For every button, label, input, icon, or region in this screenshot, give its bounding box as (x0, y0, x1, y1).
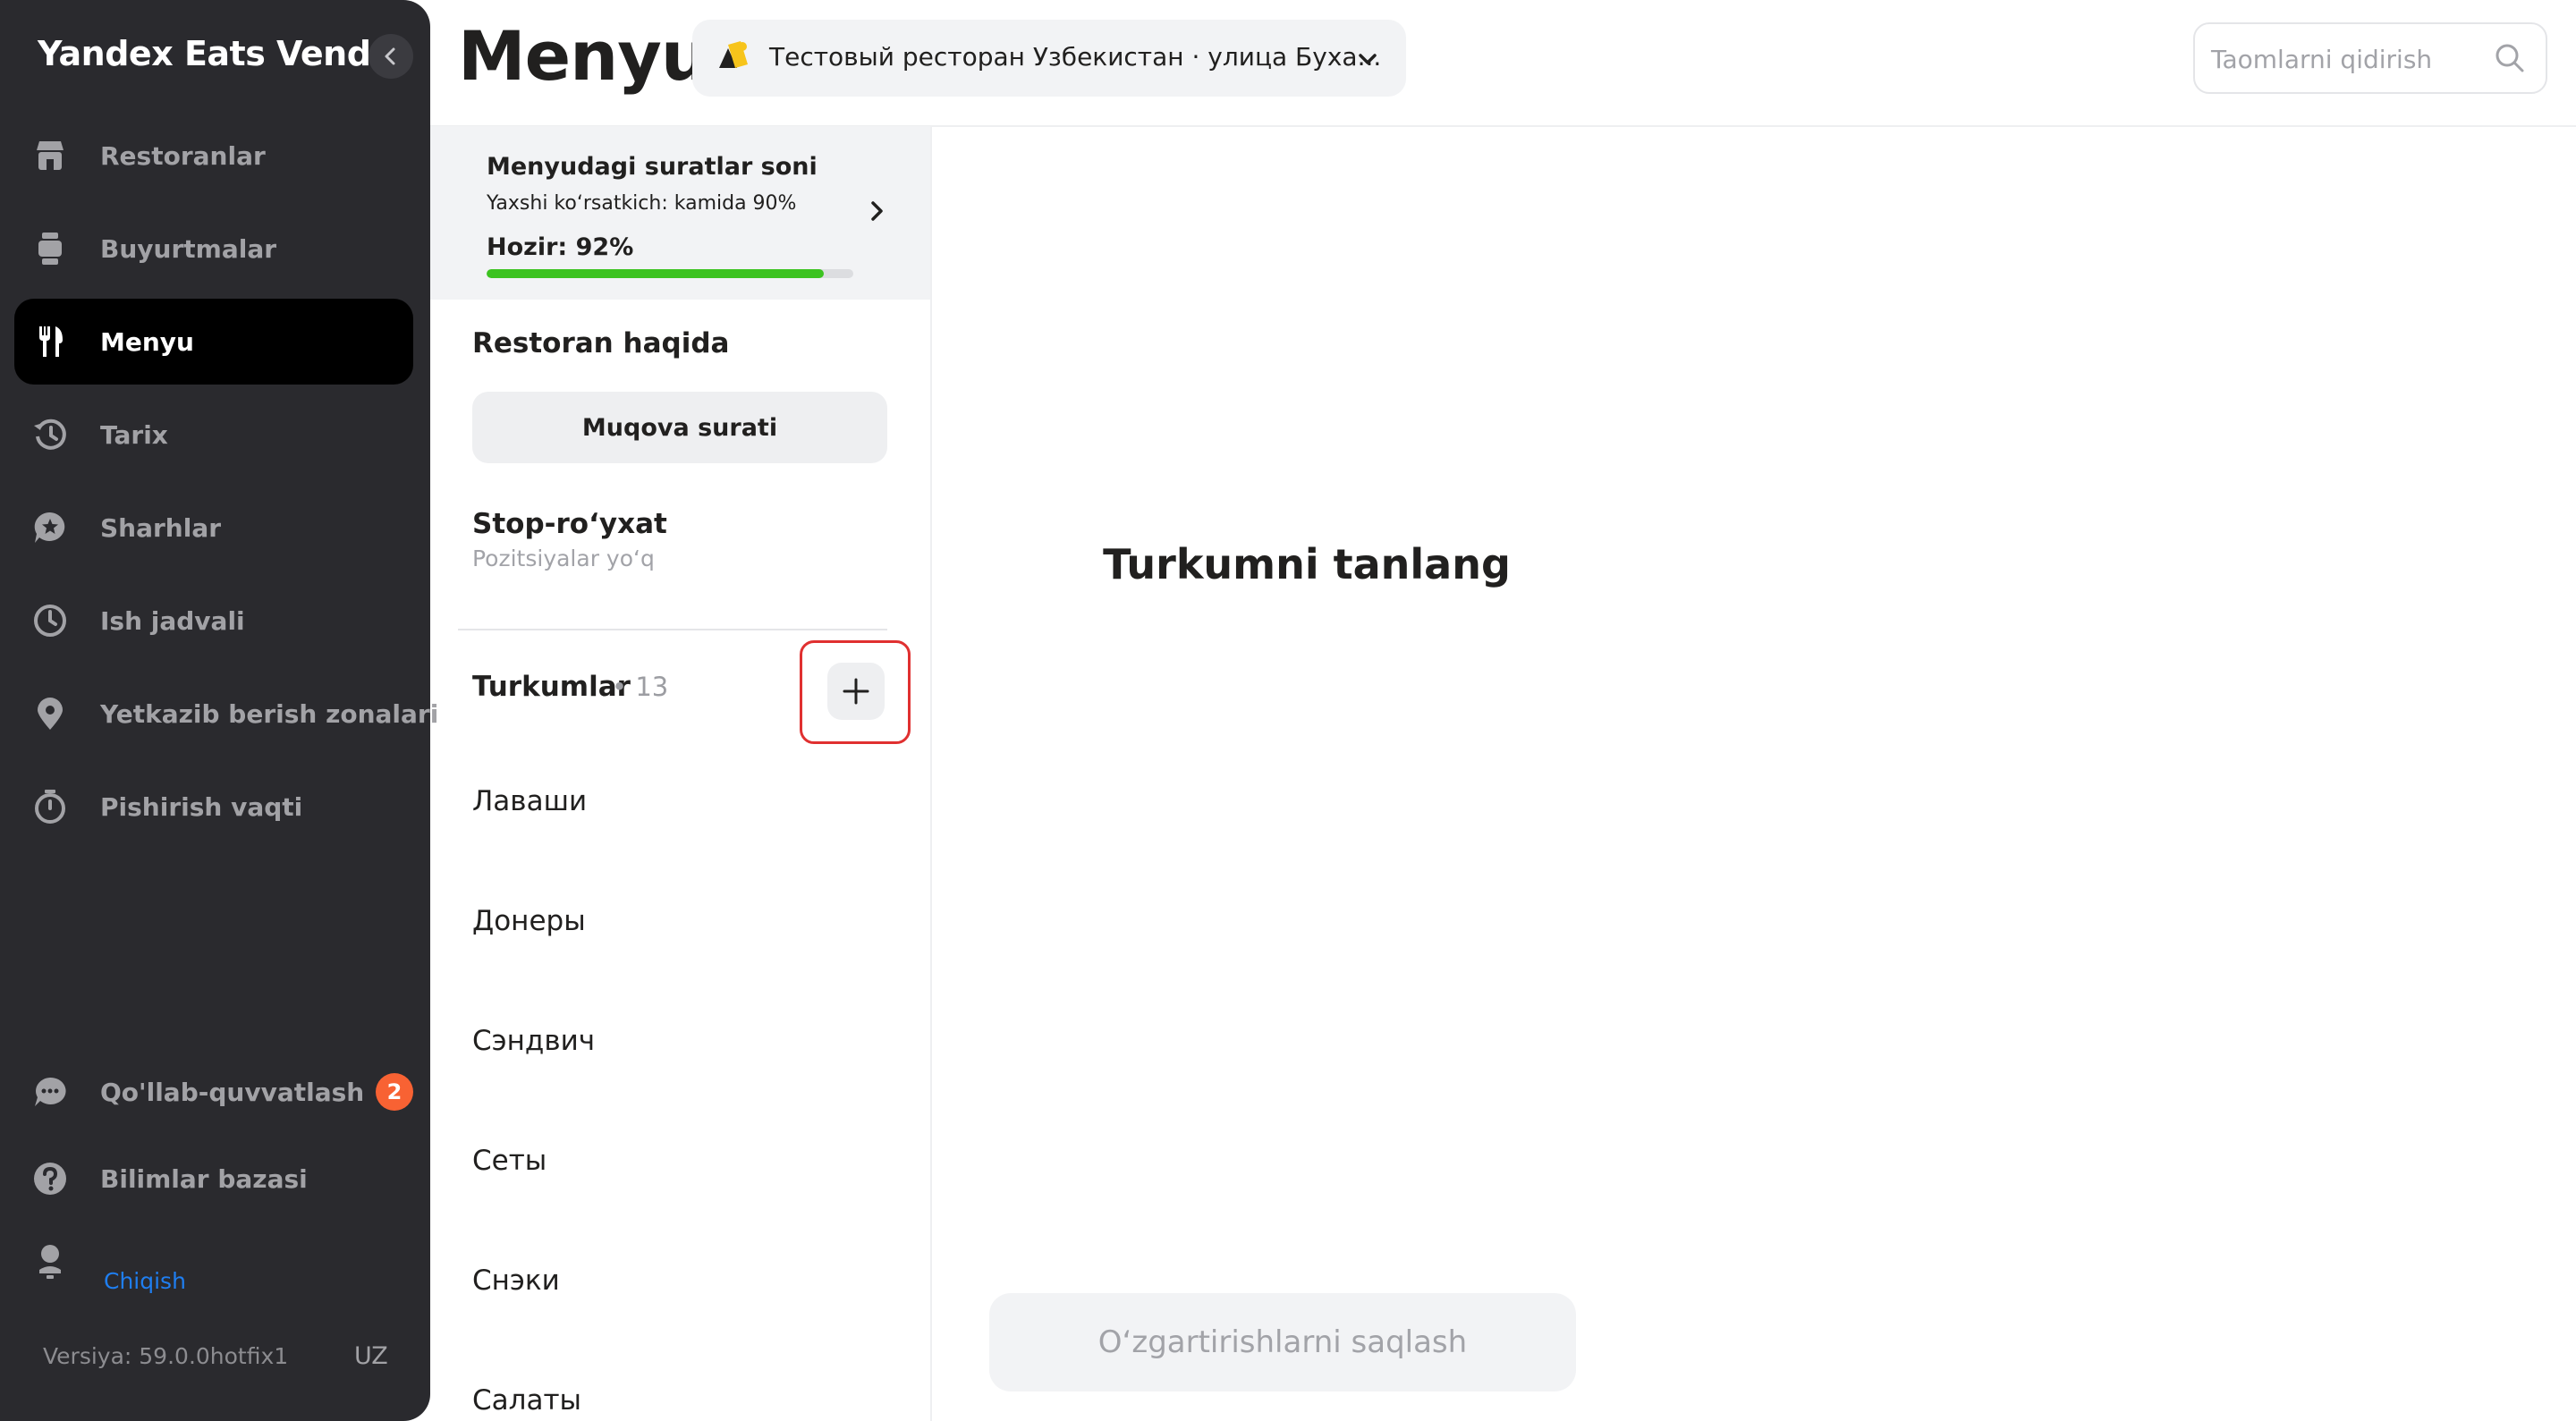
logout-link[interactable]: Chiqish (104, 1268, 186, 1294)
sidebar-item-schedule[interactable]: Ish jadvali (14, 578, 413, 664)
stop-list-title[interactable]: Stop-ro‘yxat (472, 508, 667, 540)
fork-knife-icon (30, 322, 70, 361)
plus-icon (843, 678, 869, 705)
section-divider (458, 629, 887, 630)
sidebar-item-label: Bilimlar bazasi (100, 1163, 308, 1194)
reviews-icon (30, 508, 70, 547)
sidebar-item-label: Pishirish vaqti (100, 791, 303, 822)
category-item[interactable]: Снэки (472, 1265, 560, 1297)
select-category-placeholder: Turkumni tanlang (1103, 540, 1511, 588)
restaurant-logo-icon (714, 38, 755, 79)
sidebar-item-delivery-zones[interactable]: Yetkazib berish zonalari (14, 671, 438, 757)
menu-photos-card[interactable]: Menyudagi suratlar soni Yaxshi ko‘rsatki… (430, 126, 930, 300)
chevron-left-icon (385, 47, 395, 65)
sidebar-item-menu[interactable]: Menyu (14, 299, 413, 385)
history-icon (30, 415, 70, 454)
save-changes-button[interactable]: O‘zgartirishlarni saqlash (989, 1293, 1576, 1391)
photos-progress-bar (487, 269, 853, 278)
sidebar-item-label: Yetkazib berish zonalari (100, 698, 439, 729)
panel-divider (930, 126, 932, 1421)
clock-icon (30, 601, 70, 640)
restaurant-selector[interactable]: Тестовый ресторан Узбекистан · улица Бух… (692, 20, 1406, 97)
category-item[interactable]: Сэндвич (472, 1025, 595, 1057)
sidebar-item-label: Ish jadvali (100, 605, 245, 636)
user-icon (30, 1241, 70, 1281)
orders-icon (30, 229, 70, 268)
sidebar-item-knowledge-base[interactable]: Bilimlar bazasi (14, 1136, 413, 1222)
notification-badge: 2 (376, 1073, 413, 1111)
sidebar-item-restaurants[interactable]: Restoranlar (14, 113, 413, 199)
sidebar-item-cooking-time[interactable]: Pishirish vaqti (14, 764, 413, 850)
photos-card-subtitle: Yaxshi ko‘rsatkich: kamida 90% (487, 192, 797, 215)
search-placeholder: Taomlarni qidirish (2211, 45, 2433, 74)
sidebar-item-reviews[interactable]: Sharhlar (14, 485, 413, 571)
stop-list-subtitle: Pozitsiyalar yo‘q (472, 546, 655, 571)
category-item[interactable]: Сеты (472, 1145, 547, 1177)
sidebar-item-label: Sharhlar (100, 512, 222, 543)
add-category-highlight (800, 640, 911, 744)
chevron-down-icon (1354, 46, 1381, 72)
sidebar-item-label: Restoranlar (100, 140, 266, 171)
page-title: Menyu (458, 16, 709, 96)
search-input[interactable]: Taomlarni qidirish (2193, 22, 2547, 94)
app-version: Versiya: 59.0.0hotfix1 (43, 1343, 289, 1369)
sidebar-item-support[interactable]: Qo'llab-quvvatlash 2 (14, 1049, 413, 1135)
photos-progress-fill (487, 269, 825, 278)
photos-card-current: Hozir: 92% (487, 233, 634, 261)
stopwatch-icon (30, 787, 70, 826)
sidebar-item-label: Buyurtmalar (100, 233, 277, 264)
about-restaurant-title: Restoran haqida (472, 327, 730, 359)
language-switcher[interactable]: UZ (354, 1342, 388, 1370)
store-icon (30, 136, 70, 175)
categories-count: • 13 (612, 672, 669, 702)
sidebar: Yandex Eats Vendor Restoranlar Buyurtmal… (0, 0, 438, 1421)
search-icon[interactable] (2492, 40, 2528, 76)
cover-photo-button[interactable]: Muqova surati (472, 392, 887, 463)
sidebar-item-history[interactable]: Tarix (14, 392, 413, 478)
chat-icon (30, 1072, 70, 1112)
collapse-sidebar-button[interactable] (369, 34, 413, 79)
add-category-button[interactable] (827, 663, 885, 720)
help-icon (30, 1159, 70, 1198)
sidebar-item-label: Tarix (100, 419, 168, 450)
sidebar-item-label: Menyu (100, 326, 194, 357)
category-item[interactable]: Салаты (472, 1384, 581, 1417)
categories-title: Turkumlar (472, 671, 631, 703)
photos-card-title: Menyudagi suratlar soni (487, 153, 818, 181)
chevron-right-icon (863, 198, 890, 224)
sidebar-item-label: Qo'llab-quvvatlash (100, 1077, 365, 1107)
restaurant-name: Тестовый ресторан Узбекистан · улица Бух… (769, 42, 1382, 72)
brand-logo: Yandex Eats Vendor (38, 34, 411, 73)
sidebar-item-orders[interactable]: Buyurtmalar (14, 206, 413, 292)
category-item[interactable]: Донеры (472, 905, 586, 937)
category-item[interactable]: Лаваши (472, 785, 587, 817)
location-pin-icon (30, 694, 70, 733)
